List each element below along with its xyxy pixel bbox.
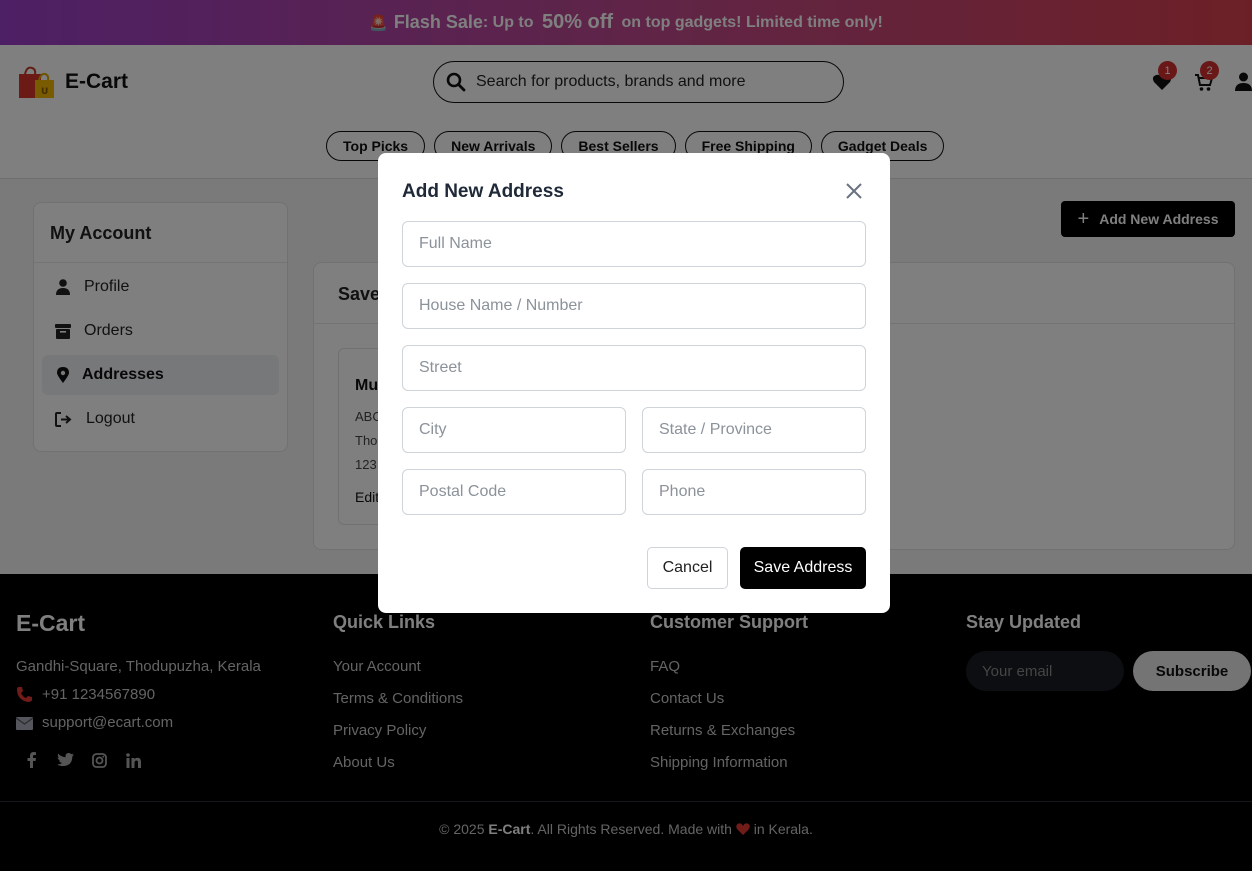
city-field[interactable] <box>402 407 626 453</box>
phone-field[interactable] <box>642 469 866 515</box>
cancel-button[interactable]: Cancel <box>647 547 728 589</box>
house-field[interactable] <box>402 283 866 329</box>
save-address-button[interactable]: Save Address <box>740 547 866 589</box>
modal-title: Add New Address <box>402 181 564 202</box>
add-address-modal: Add New Address Cancel Save Address <box>378 153 890 613</box>
full-name-field[interactable] <box>402 221 866 267</box>
close-icon[interactable] <box>844 181 864 201</box>
street-field[interactable] <box>402 345 866 391</box>
postal-code-field[interactable] <box>402 469 626 515</box>
state-field[interactable] <box>642 407 866 453</box>
